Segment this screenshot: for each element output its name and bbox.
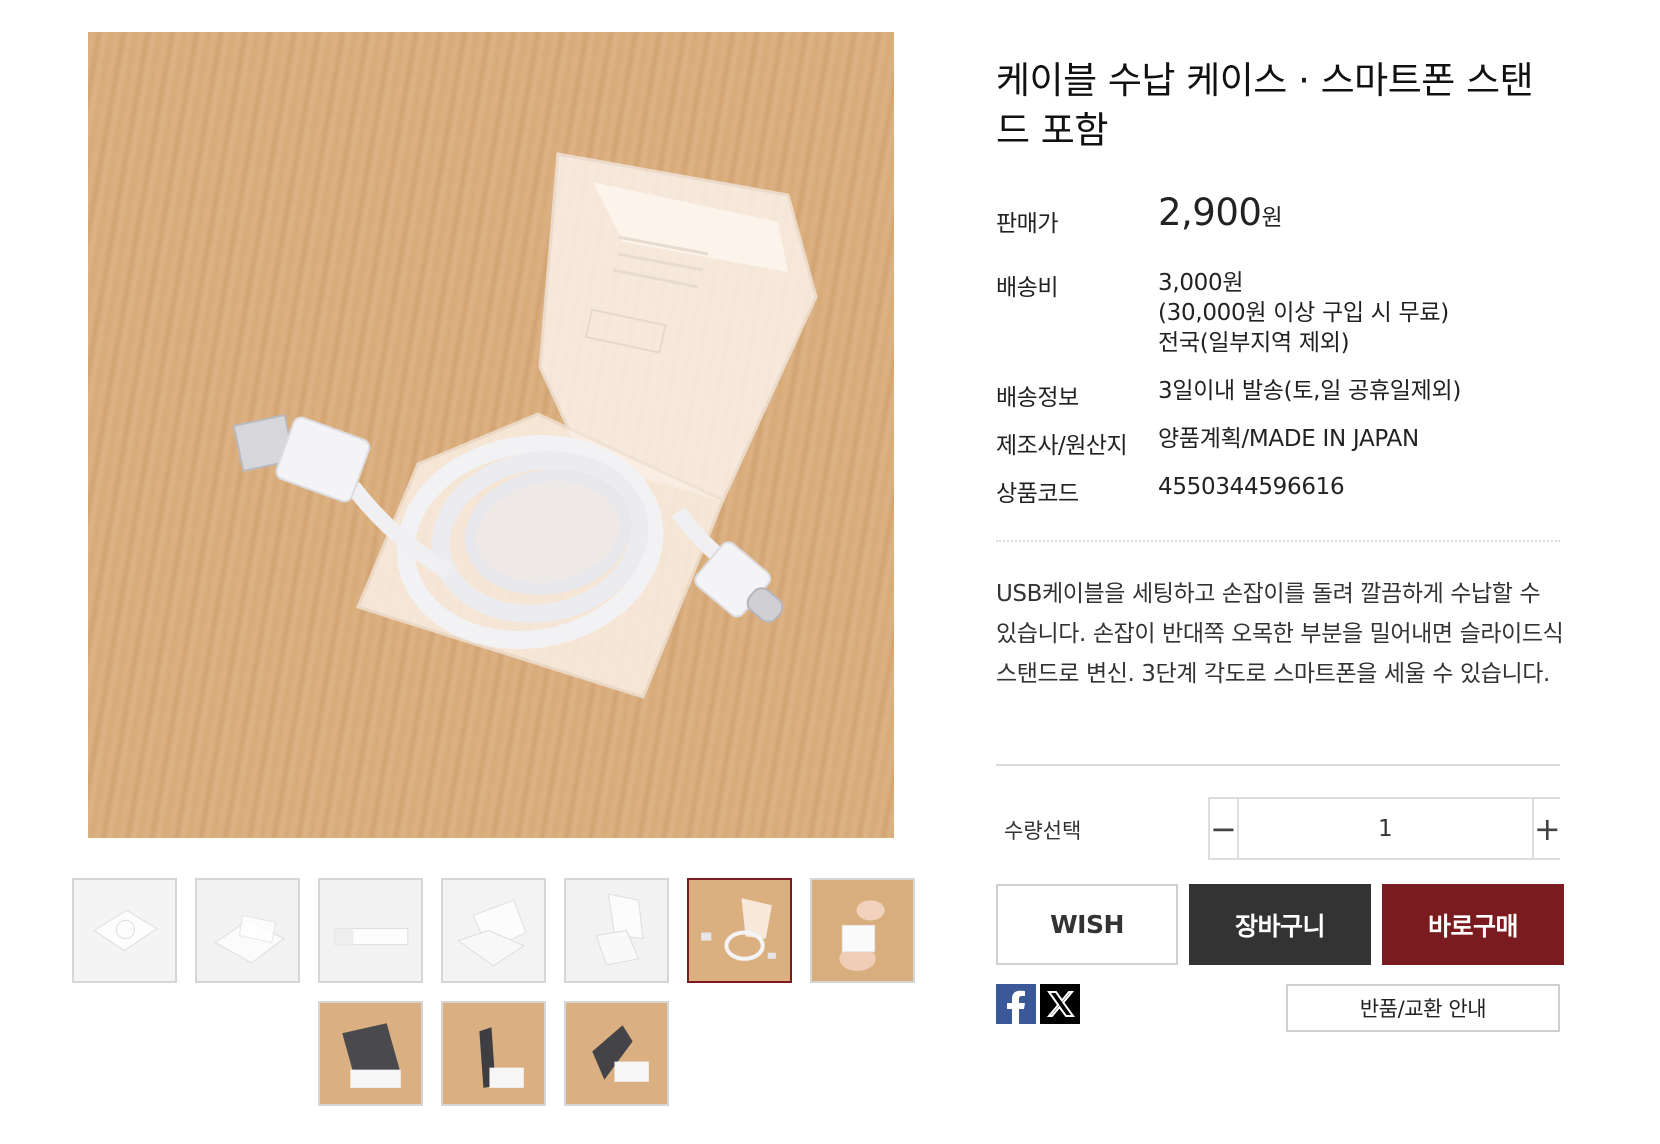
thumbnail-2[interactable] [195,878,300,983]
quantity-stepper: − + [1208,797,1561,860]
solid-divider [996,764,1560,766]
price-label: 판매가 [996,211,1058,237]
shipping-fee-line3: 전국(일부지역 제외) [1158,330,1350,356]
delivery-info-value: 3일이내 발송(토,일 공휴일제외) [1158,378,1462,404]
facebook-icon[interactable] [996,984,1036,1024]
add-to-cart-button[interactable]: 장바구니 [1189,884,1371,965]
price-number: 2,900 [1158,191,1262,234]
return-exchange-info-button[interactable]: 반품/교환 안내 [1286,984,1560,1032]
product-code-value: 4550344596616 [1158,474,1345,500]
buy-now-button[interactable]: 바로구매 [1382,884,1564,965]
quantity-decrease-button[interactable]: − [1210,799,1239,858]
shipping-fee-line2: (30,000원 이상 구입 시 무료) [1158,300,1449,326]
price-value: 2,900원 [1158,194,1283,233]
quantity-label: 수량선택 [1004,819,1082,843]
maker-origin-label: 제조사/원산지 [996,433,1128,459]
price-unit: 원 [1261,205,1283,231]
quantity-input[interactable] [1238,799,1532,858]
wish-button[interactable]: WISH [996,884,1178,965]
delivery-info-label: 배송정보 [996,385,1079,411]
product-title: 케이블 수납 케이스 · 스마트폰 스탠드 포함 [996,59,1534,152]
thumbnail-10[interactable] [564,1001,669,1106]
thumbnail-9[interactable] [441,1001,546,1106]
cable-case-photo-icon [232,152,818,699]
dotted-divider [996,540,1560,542]
thumbnail-7[interactable] [810,878,915,983]
thumbnail-1[interactable] [72,878,177,983]
main-product-image [88,32,894,838]
quantity-increase-button[interactable]: + [1531,799,1561,858]
shipping-fee-line1: 3,000원 [1158,270,1244,296]
shipping-fee-value: 3,000원 (30,000원 이상 구입 시 무료) 전국(일부지역 제외) [1158,268,1449,358]
thumbnail-3[interactable] [318,878,423,983]
product-info-panel: 케이블 수납 케이스 · 스마트폰 스탠드 포함 [996,56,1560,156]
x-twitter-icon[interactable] [1040,984,1080,1024]
product-code-label: 상품코드 [996,481,1079,507]
thumbnail-8[interactable] [318,1001,423,1106]
shipping-fee-label: 배송비 [996,275,1058,301]
thumbnail-6[interactable] [687,878,792,983]
maker-origin-value: 양품계획/MADE IN JAPAN [1158,426,1419,452]
thumbnail-5[interactable] [564,878,669,983]
thumbnail-4[interactable] [441,878,546,983]
product-description: USB케이블을 세팅하고 손잡이를 돌려 깔끔하게 수납할 수 있습니다. 손잡… [996,581,1564,687]
